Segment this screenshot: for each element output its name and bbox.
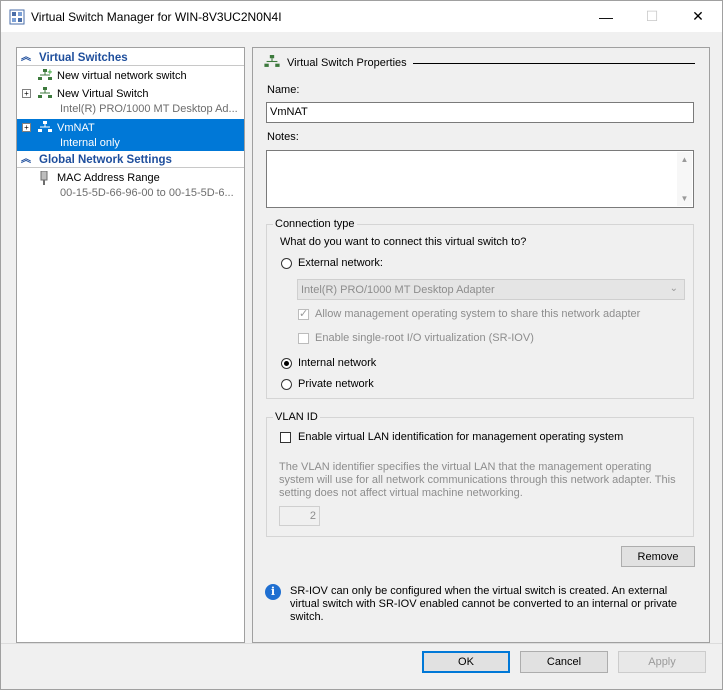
section-divider [413, 63, 695, 64]
window-title: Virtual Switch Manager for WIN-8V3UC2N0N… [31, 10, 282, 24]
private-network-label[interactable]: Private network [298, 378, 374, 390]
apply-button[interactable]: Apply [618, 651, 706, 673]
maximize-icon: ☐ [645, 8, 659, 24]
collapse-chevron-icon: ︽ [21, 52, 31, 63]
allow-management-checkbox[interactable] [298, 307, 309, 320]
vlan-id-group: VLAN ID Enable virtual LAN identificatio… [266, 411, 694, 537]
switch-tree-panel: ︽ Virtual Switches + New virtual network… [16, 47, 245, 643]
sriov-checkbox[interactable] [298, 333, 309, 344]
private-network-radio[interactable] [281, 379, 292, 390]
connection-question: What do you want to connect this virtual… [280, 236, 527, 248]
network-switch-icon [38, 87, 52, 98]
scroll-down-icon[interactable]: ▼ [677, 191, 692, 206]
ok-button[interactable]: OK [422, 651, 510, 673]
global-network-settings-header[interactable]: ︽ Global Network Settings [17, 153, 244, 168]
network-switch-icon [264, 55, 280, 67]
title-bar: Virtual Switch Manager for WIN-8V3UC2N0N… [1, 1, 722, 32]
notes-label: Notes: [267, 131, 299, 143]
tree-item-vmnat[interactable]: + VmNAT Internal only [17, 119, 244, 151]
chevron-down-icon: ⌄ [669, 283, 678, 294]
minimize-button[interactable]: — [583, 1, 629, 32]
internal-network-label[interactable]: Internal network [298, 357, 376, 369]
remove-button[interactable]: Remove [621, 546, 695, 567]
close-button[interactable]: ✕ [675, 1, 721, 32]
name-label: Name: [267, 84, 300, 96]
internal-network-radio[interactable] [281, 358, 292, 369]
mac-address-icon [40, 171, 48, 185]
scroll-up-icon[interactable]: ▲ [677, 152, 692, 167]
external-network-radio[interactable] [281, 258, 292, 269]
sriov-label[interactable]: Enable single-root I/O virtualization (S… [315, 332, 534, 344]
tree-item-label: MAC Address Range [57, 172, 160, 184]
tree-item-label: New Virtual Switch [57, 88, 149, 100]
virtual-switches-header[interactable]: ︽ Virtual Switches [17, 51, 244, 66]
external-network-label[interactable]: External network: [298, 257, 383, 269]
vlan-id-input[interactable]: 2 [279, 506, 320, 526]
sriov-info-text: SR-IOV can only be configured when the v… [290, 585, 678, 623]
footer-divider [1, 643, 722, 644]
network-adapter-select[interactable]: Intel(R) PRO/1000 MT Desktop Adapter ⌄ [297, 279, 685, 300]
switch-properties-panel: Virtual Switch Properties Name: VmNAT No… [252, 47, 710, 643]
connection-type-title: Connection type [273, 218, 357, 230]
close-icon: ✕ [692, 8, 704, 24]
info-icon: i [265, 584, 281, 600]
new-switch-icon: + [38, 69, 52, 80]
tree-item-sublabel: 00-15-5D-66-96-00 to 00-15-5D-6... [60, 187, 234, 199]
cancel-button[interactable]: Cancel [520, 651, 608, 673]
tree-item-sublabel: Internal only [60, 137, 120, 149]
vlan-description: The VLAN identifier specifies the virtua… [279, 461, 676, 499]
tree-item-label: New virtual network switch [57, 70, 187, 82]
section-title: Virtual Switch Properties [287, 57, 407, 69]
expand-icon[interactable]: + [22, 123, 31, 132]
notes-textarea[interactable]: ▲ ▼ [266, 150, 694, 208]
enable-vlan-label[interactable]: Enable virtual LAN identification for ma… [298, 431, 623, 443]
virtual-switch-manager-window: Virtual Switch Manager for WIN-8V3UC2N0N… [0, 0, 723, 690]
collapse-chevron-icon: ︽ [21, 154, 31, 165]
tree-item-sublabel: Intel(R) PRO/1000 MT Desktop Ad... [60, 103, 238, 115]
connection-type-group: Connection type What do you want to conn… [266, 218, 694, 399]
minimize-icon: — [599, 8, 613, 25]
vlan-id-title: VLAN ID [273, 411, 320, 423]
tree-item-new-virtual-network-switch[interactable]: + New virtual network switch [17, 68, 244, 84]
notes-scrollbar[interactable]: ▲ ▼ [677, 152, 692, 206]
enable-vlan-checkbox[interactable] [280, 432, 291, 443]
network-switch-icon [38, 121, 52, 132]
app-icon [9, 9, 25, 25]
tree-item-mac-address-range[interactable]: MAC Address Range 00-15-5D-66-96-00 to 0… [17, 170, 244, 200]
tree-item-new-virtual-switch[interactable]: + New Virtual Switch Intel(R) PRO/1000 M… [17, 86, 244, 116]
expand-icon[interactable]: + [22, 89, 31, 98]
name-input[interactable]: VmNAT [266, 102, 694, 123]
allow-management-label[interactable]: Allow management operating system to sha… [315, 308, 640, 320]
svg-text:+: + [47, 69, 52, 76]
tree-item-label: VmNAT [57, 122, 95, 134]
maximize-button[interactable]: ☐ [629, 1, 675, 32]
